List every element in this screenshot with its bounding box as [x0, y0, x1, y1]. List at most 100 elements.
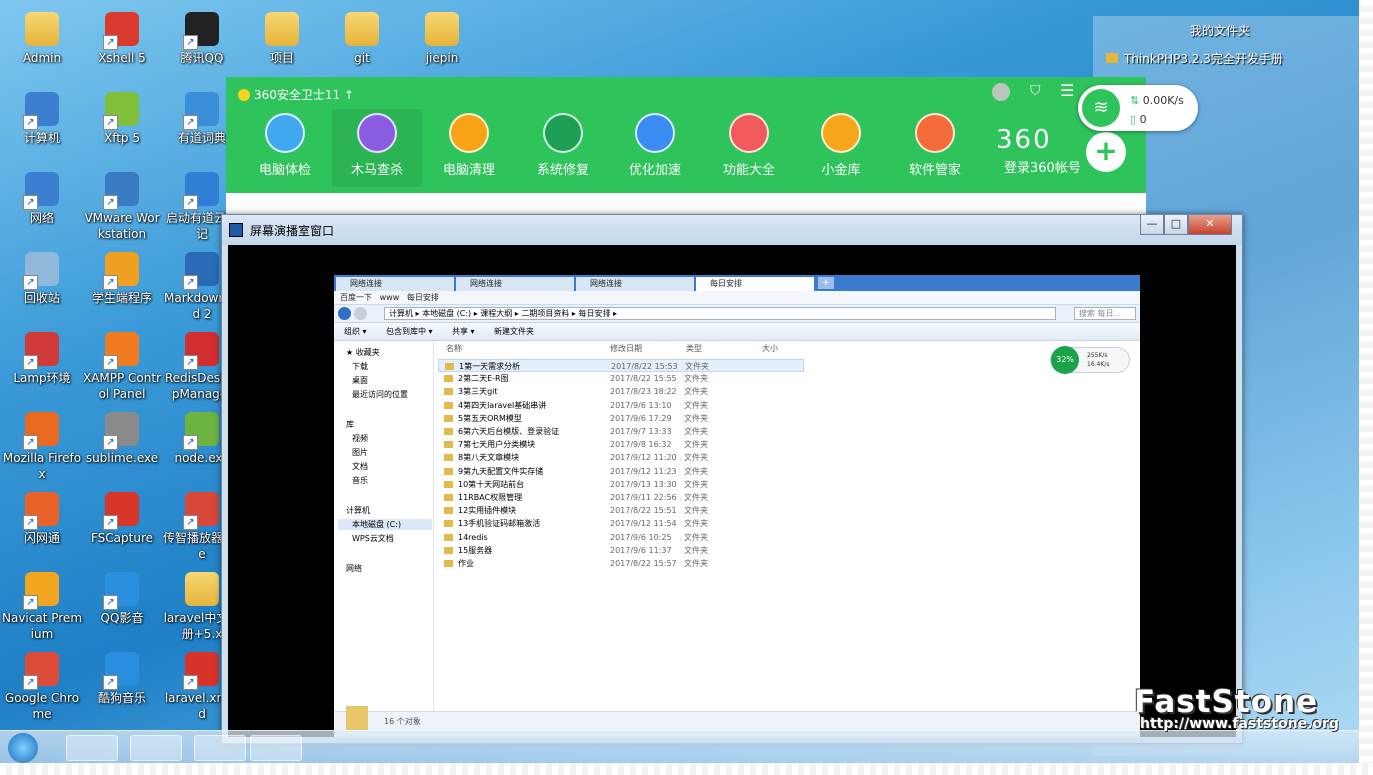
desktop-icon[interactable]: 闪网通: [2, 492, 82, 546]
desktop-icon[interactable]: QQ影音: [82, 572, 162, 626]
file-row[interactable]: 15服务器 2017/9/6 11:37 文件夹: [438, 544, 804, 557]
desktop-icon[interactable]: jiepin: [402, 12, 482, 66]
menu-icon[interactable]: ☰: [1060, 81, 1074, 100]
nav-videos[interactable]: 视频: [352, 433, 368, 444]
desktop-icon[interactable]: 学生端程序: [82, 252, 162, 306]
desktop-icon[interactable]: git: [322, 12, 402, 66]
desktop-icon[interactable]: 回收站: [2, 252, 82, 306]
bookmark-daily-plan[interactable]: 每日安排: [407, 293, 439, 302]
nav-network[interactable]: 网络: [346, 563, 362, 574]
nav-desktop[interactable]: 桌面: [352, 375, 368, 386]
nav-local-disk[interactable]: 本地磁盘 (C:): [338, 519, 432, 530]
nav-downloads[interactable]: 下载: [352, 361, 368, 372]
column-date[interactable]: 修改日期: [610, 343, 642, 354]
bookmark-www[interactable]: www: [380, 293, 400, 302]
organize-button[interactable]: 组织 ▾: [344, 323, 367, 341]
forward-icon[interactable]: [354, 307, 367, 320]
nav-favorites[interactable]: ★ 收藏夹: [346, 347, 380, 358]
desktop-icon[interactable]: 腾讯QQ: [162, 12, 242, 66]
desktop-icon[interactable]: Mozilla Firefox: [2, 412, 82, 482]
include-library-button[interactable]: 包含到库中 ▾: [386, 323, 433, 341]
start-button[interactable]: [8, 733, 38, 763]
column-type[interactable]: 类型: [686, 343, 702, 354]
tab-network-2[interactable]: 网络连接: [456, 277, 574, 291]
file-row[interactable]: 13手机验证码邮箱激活 2017/9/12 11:54 文件夹: [438, 517, 804, 530]
desktop-icon[interactable]: FSCapture: [82, 492, 162, 546]
file-row[interactable]: 8第八天文章模块 2017/9/12 11:20 文件夹: [438, 451, 804, 464]
desktop-icon[interactable]: Navicat Premium: [2, 572, 82, 642]
add-icon[interactable]: +: [1086, 132, 1126, 172]
file-row[interactable]: 作业 2017/8/22 15:57 文件夹: [438, 557, 804, 570]
new-tab-icon[interactable]: +: [818, 277, 834, 289]
desktop-icon[interactable]: Lamp环境: [2, 332, 82, 386]
tool-speedup[interactable]: 优化加速: [610, 113, 700, 178]
tool-cleanup[interactable]: 电脑清理: [424, 113, 514, 178]
file-row[interactable]: 7第七天用户分类模块 2017/9/8 16:32 文件夹: [438, 438, 804, 451]
file-row[interactable]: 1第一天需求分析 2017/8/22 15:53 文件夹: [438, 359, 804, 372]
taskbar-wifi-button[interactable]: [194, 735, 246, 761]
nav-pictures[interactable]: 图片: [352, 447, 368, 458]
column-size[interactable]: 大小: [762, 343, 778, 354]
close-button[interactable]: ✕: [1188, 215, 1232, 235]
desktop-icon[interactable]: 计算机: [2, 92, 82, 146]
favorites-item-thinkphp[interactable]: ThinkPHP3.2.3完全开发手册: [1106, 50, 1283, 67]
file-row[interactable]: 3第三天git 2017/8/23 18:22 文件夹: [438, 385, 804, 398]
search-input[interactable]: 搜索 每日...: [1074, 307, 1136, 320]
desktop-icon[interactable]: Admin: [2, 12, 82, 66]
file-row[interactable]: 4第四天laravel基础串讲 2017/9/6 13:10 文件夹: [438, 399, 804, 412]
tool-treasury[interactable]: 小金库: [796, 113, 886, 178]
back-icon[interactable]: [338, 307, 351, 320]
nav-libraries[interactable]: 库: [346, 419, 354, 430]
desktop-icon[interactable]: 项目: [242, 12, 322, 66]
bookmark-baidu[interactable]: 百度一下: [340, 293, 372, 302]
nav-recent[interactable]: 最近访问的位置: [352, 389, 408, 400]
tool-trojan-kill[interactable]: 木马查杀: [332, 109, 422, 187]
desktop-icon[interactable]: Google Chrome: [2, 652, 82, 722]
login-360-link[interactable]: 登录360帐号: [1004, 157, 1081, 176]
tool-all-features[interactable]: 功能大全: [704, 113, 794, 178]
nav-wps[interactable]: WPS云文档: [352, 533, 394, 544]
desktop-icon[interactable]: XAMPP Control Panel: [82, 332, 162, 402]
desktop-icon[interactable]: Xshell 5: [82, 12, 162, 66]
taskbar-360-button[interactable]: [130, 735, 182, 761]
recorder-titlebar[interactable]: 屏幕演播室窗口 — □ ✕: [222, 215, 1242, 245]
speed-ball[interactable]: 32% 255K/s 16.4K/s: [1050, 346, 1130, 374]
tool-label: 系统修复: [536, 163, 589, 178]
file-name: 2第二天E-R图: [458, 374, 509, 384]
column-name[interactable]: 名称: [446, 343, 462, 354]
tool-pc-check[interactable]: 电脑体检: [240, 113, 330, 178]
file-row[interactable]: 9第九天配置文件实存储 2017/9/12 11:23 文件夹: [438, 465, 804, 478]
all-features-icon: [729, 113, 769, 153]
maximize-button[interactable]: □: [1164, 215, 1188, 235]
address-path[interactable]: 计算机 ▸ 本地磁盘 (C:) ▸ 课程大纲 ▸ 二期项目资料 ▸ 每日安排 ▸: [384, 307, 1056, 320]
file-row[interactable]: 2第二天E-R图 2017/8/22 15:55 文件夹: [438, 372, 804, 385]
desktop-icon[interactable]: sublime.exe: [82, 412, 162, 466]
desktop-icon[interactable]: 网络: [2, 172, 82, 226]
minimize-button[interactable]: —: [1140, 215, 1164, 235]
tool-software-manager[interactable]: 软件管家: [890, 113, 980, 178]
file-date: 2017/8/22 15:51: [610, 506, 677, 516]
nav-computer[interactable]: 计算机: [346, 505, 370, 516]
tab-network-3[interactable]: 网络连接: [576, 277, 694, 291]
skin-icon[interactable]: ⛉: [1030, 83, 1041, 99]
file-row[interactable]: 10第十天网站前台 2017/9/13 13:30 文件夹: [438, 478, 804, 491]
desktop-icon[interactable]: VMware Workstation: [82, 172, 162, 242]
network-speed-widget[interactable]: ≋ ⇅ 0.00K/s ▯ 0: [1078, 85, 1198, 131]
new-folder-button[interactable]: 新建文件夹: [494, 323, 534, 341]
tool-system-repair[interactable]: 系统修复: [518, 113, 608, 178]
nav-music[interactable]: 音乐: [352, 475, 368, 486]
file-row[interactable]: 11RBAC权限管理 2017/9/11 22:56 文件夹: [438, 491, 804, 504]
share-button[interactable]: 共享 ▾: [452, 323, 475, 341]
desktop-icon[interactable]: Xftp 5: [82, 92, 162, 146]
tab-daily-plan[interactable]: 每日安排: [696, 277, 814, 291]
tab-network-1[interactable]: 网络连接: [336, 277, 454, 291]
file-row[interactable]: 14redis 2017/9/6 10:25 文件夹: [438, 531, 804, 544]
taskbar-chrome-button[interactable]: [66, 735, 118, 761]
file-row[interactable]: 5第五天ORM模型 2017/9/6 17:29 文件夹: [438, 412, 804, 425]
file-row[interactable]: 6第六天后台模版、登录验证 2017/9/7 13:33 文件夹: [438, 425, 804, 438]
medal-icon[interactable]: [992, 83, 1010, 101]
taskbar-recorder-button[interactable]: [250, 735, 302, 761]
file-row[interactable]: 12实用插件模块 2017/8/22 15:51 文件夹: [438, 504, 804, 517]
desktop-icon[interactable]: 酷狗音乐: [82, 652, 162, 706]
nav-documents[interactable]: 文档: [352, 461, 368, 472]
